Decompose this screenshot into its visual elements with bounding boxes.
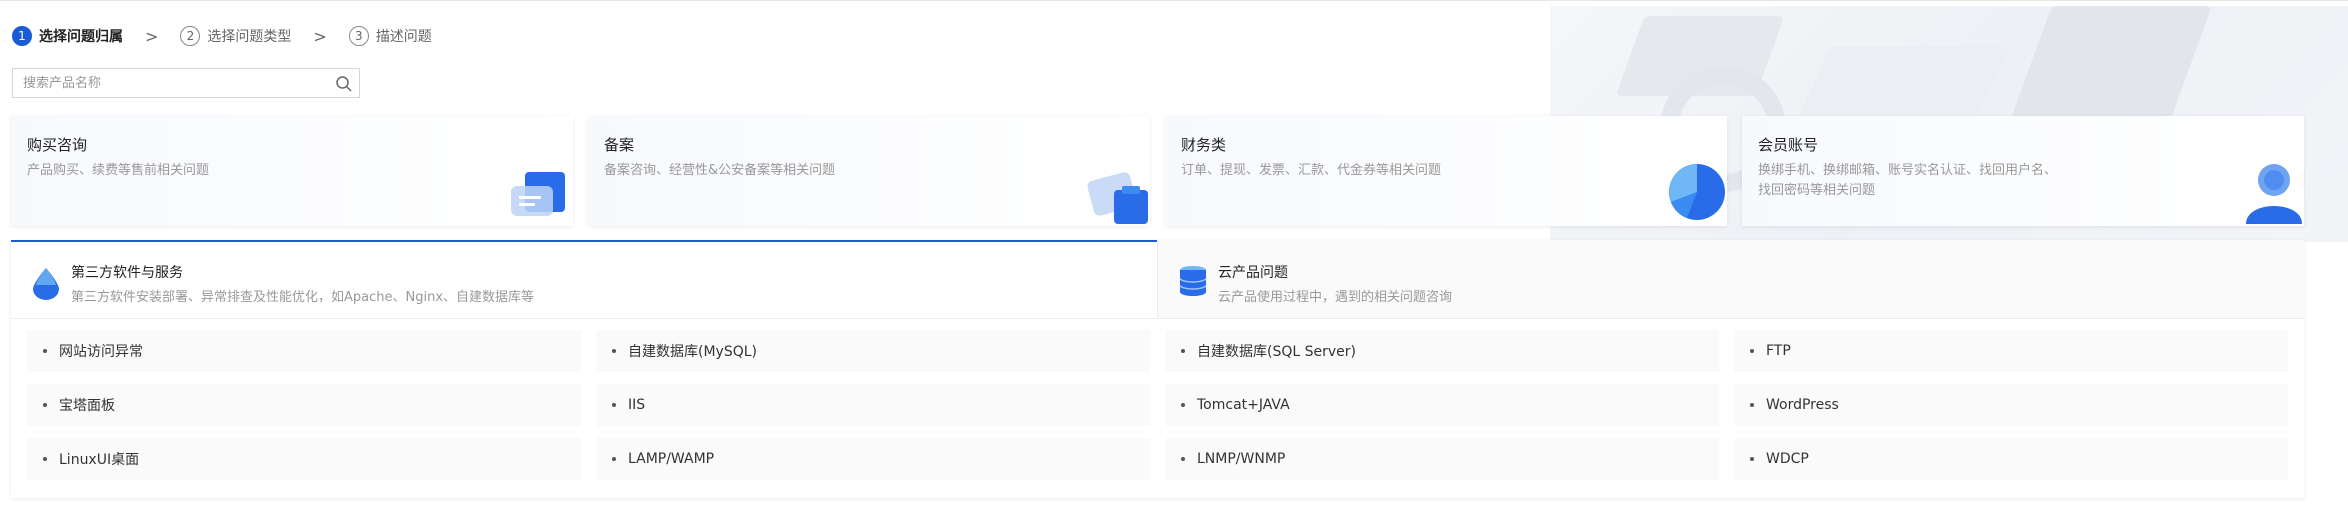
step-1[interactable]: 1 选择问题归属 — [12, 24, 123, 48]
step-number: 2 — [180, 26, 201, 46]
step-label: 描述问题 — [375, 29, 432, 45]
list-item[interactable]: IIS — [596, 384, 1150, 426]
bullet-icon — [1750, 457, 1754, 461]
list-item[interactable]: LinuxUI桌面 — [27, 438, 581, 480]
step-label: 选择问题归属 — [39, 29, 123, 45]
bullet-icon — [612, 457, 616, 461]
problem-panel: 第三方软件与服务 第三方软件安装部署、异常排查及性能优化，如Apache、Ngi… — [11, 240, 2304, 498]
tab-title: 第三方软件与服务 — [71, 265, 183, 281]
card-title: 备案 — [604, 136, 635, 154]
bullet-icon — [43, 403, 47, 407]
bullet-icon — [43, 349, 47, 353]
list-item[interactable]: Tomcat+JAVA — [1165, 384, 1719, 426]
list-item[interactable]: LAMP/WAMP — [596, 438, 1150, 480]
card-title: 财务类 — [1181, 136, 1227, 154]
item-label: WDCP — [1766, 451, 1809, 467]
chevron-right-icon: > — [145, 26, 159, 46]
tab-desc: 云产品使用过程中，遇到的相关问题咨询 — [1218, 290, 1453, 305]
category-card-purchase[interactable]: 购买咨询 产品购买、续费等售前相关问题 — [11, 116, 573, 226]
step-2[interactable]: 2 选择问题类型 — [180, 24, 291, 48]
list-item[interactable]: 网站访问异常 — [27, 330, 581, 372]
step-indicator: 1 选择问题归属 > 2 选择问题类型 > 3 描述问题 — [12, 24, 432, 48]
bullet-icon — [1181, 349, 1185, 353]
list-item[interactable]: WordPress — [1734, 384, 2288, 426]
list-item[interactable]: 宝塔面板 — [27, 384, 581, 426]
item-label: Tomcat+JAVA — [1197, 397, 1290, 413]
item-label: LinuxUI桌面 — [59, 452, 140, 468]
pie-chart-icon — [1669, 164, 1725, 220]
item-label: FTP — [1766, 343, 1791, 359]
card-title: 购买咨询 — [27, 136, 88, 154]
tab-title: 云产品问题 — [1218, 265, 1288, 281]
tab-desc: 第三方软件安装部署、异常排查及性能优化，如Apache、Nginx、自建数据库等 — [71, 290, 535, 305]
item-label: WordPress — [1766, 397, 1839, 413]
bullet-icon — [612, 349, 616, 353]
category-card-icp-filing[interactable]: 备案 备案咨询、经营性&公安备案等相关问题 — [588, 116, 1150, 226]
card-desc: 产品购买、续费等售前相关问题 — [27, 163, 210, 178]
card-title: 会员账号 — [1758, 136, 1819, 154]
bullet-icon — [1750, 403, 1754, 407]
item-label: 宝塔面板 — [59, 398, 115, 414]
search-input[interactable] — [13, 69, 323, 97]
category-card-account[interactable]: 会员账号 换绑手机、换绑邮箱、账号实名认证、找回用户名、找回密码等相关问题 — [1742, 116, 2304, 226]
tab-third-party-software[interactable]: 第三方软件与服务 第三方软件安装部署、异常排查及性能优化，如Apache、Ngi… — [11, 240, 1157, 318]
search-icon[interactable] — [335, 75, 353, 93]
category-card-finance[interactable]: 财务类 订单、提现、发票、汇款、代金券等相关问题 — [1165, 116, 1727, 226]
category-cards: 购买咨询 产品购买、续费等售前相关问题 备案 备案咨询、经营性&公安备案等相关问… — [11, 116, 2304, 226]
bullet-icon — [612, 403, 616, 407]
product-search — [12, 68, 360, 98]
step-number: 3 — [348, 26, 369, 46]
step-3[interactable]: 3 描述问题 — [348, 24, 432, 48]
card-desc: 换绑手机、换绑邮箱、账号实名认证、找回用户名、找回密码等相关问题 — [1758, 163, 2058, 198]
item-label: LAMP/WAMP — [628, 451, 715, 467]
database-icon — [1179, 266, 1207, 296]
list-item[interactable]: FTP — [1734, 330, 2288, 372]
chat-bubble-icon — [511, 172, 565, 216]
document-icon — [1087, 172, 1148, 224]
bullet-icon — [43, 457, 47, 461]
card-desc: 备案咨询、经营性&公安备案等相关问题 — [604, 163, 836, 178]
chevron-right-icon: > — [313, 26, 327, 46]
item-label: LNMP/WNMP — [1197, 451, 1286, 467]
item-label: IIS — [628, 397, 646, 413]
item-label: 自建数据库(SQL Server) — [1197, 344, 1356, 360]
bullet-icon — [1181, 457, 1185, 461]
problem-tabs: 第三方软件与服务 第三方软件安装部署、异常排查及性能优化，如Apache、Ngi… — [11, 240, 2304, 319]
bullet-icon — [1181, 403, 1185, 407]
page: 1 选择问题归属 > 2 选择问题类型 > 3 描述问题 购买咨询 产品购买、续… — [0, 0, 2348, 527]
bullet-icon — [1750, 349, 1754, 353]
droplet-icon — [33, 268, 59, 300]
step-label: 选择问题类型 — [207, 29, 292, 45]
list-item[interactable]: WDCP — [1734, 438, 2288, 480]
list-item[interactable]: 自建数据库(MySQL) — [596, 330, 1150, 372]
tab-cloud-product[interactable]: 云产品问题 云产品使用过程中，遇到的相关问题咨询 — [1157, 240, 2304, 318]
card-desc: 订单、提现、发票、汇款、代金券等相关问题 — [1181, 163, 1442, 178]
list-item[interactable]: 自建数据库(SQL Server) — [1165, 330, 1719, 372]
step-number: 1 — [12, 26, 32, 46]
top-divider — [0, 0, 2348, 1]
item-label: 自建数据库(MySQL) — [628, 344, 757, 360]
item-label: 网站访问异常 — [59, 344, 143, 360]
user-icon — [2246, 164, 2302, 224]
list-item[interactable]: LNMP/WNMP — [1165, 438, 1719, 480]
